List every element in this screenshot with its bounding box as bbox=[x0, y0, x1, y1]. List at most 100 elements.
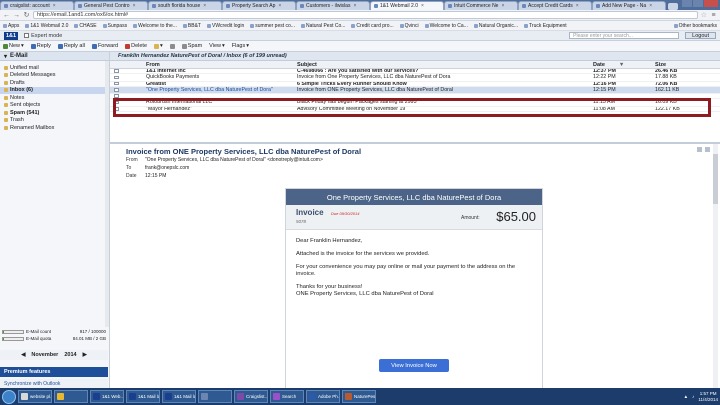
taskbar-app[interactable]: Search bbox=[270, 390, 304, 403]
date-column-header[interactable]: Date ▼ bbox=[593, 62, 655, 68]
sidebar-folder[interactable]: Spam (541) bbox=[0, 109, 109, 117]
bookmark-item[interactable]: BB&T bbox=[182, 23, 201, 29]
email-section-header[interactable]: ▾ E-Mail bbox=[0, 52, 109, 61]
taskbar-app[interactable]: 1&1 Mail la... bbox=[162, 390, 196, 403]
taskbar-app[interactable]: website pl... bbox=[18, 390, 52, 403]
sidebar-folder[interactable]: Unified mail bbox=[0, 64, 109, 72]
size-column-header[interactable]: Size bbox=[655, 62, 712, 68]
bookmark-item[interactable]: Sunpass bbox=[102, 23, 127, 29]
spam-button[interactable]: Spam bbox=[181, 43, 202, 49]
close-tab-icon[interactable]: × bbox=[421, 3, 424, 9]
close-tab-icon[interactable]: × bbox=[53, 3, 56, 9]
browser-tab[interactable]: craigslist: account × bbox=[0, 1, 74, 10]
bookmark-item[interactable]: Natural Organic... bbox=[473, 23, 518, 29]
expand-icon[interactable] bbox=[705, 147, 710, 152]
back-icon[interactable]: ← bbox=[3, 12, 10, 19]
sidebar-folder[interactable]: Sent objects bbox=[0, 102, 109, 110]
forward-button[interactable]: Forward bbox=[91, 43, 118, 49]
sidebar-folder[interactable]: Drafts bbox=[0, 79, 109, 87]
clock[interactable]: 1:57 PM 11/4/2014 bbox=[698, 391, 718, 402]
mail-row[interactable]: Rotobrush International LLC Black Friday … bbox=[110, 99, 720, 107]
url-input[interactable]: https://email.1and1.com/ox6/ox.html# bbox=[33, 11, 698, 19]
start-button[interactable] bbox=[2, 389, 16, 404]
subject-column-header[interactable]: Subject bbox=[297, 62, 593, 68]
volume-icon[interactable]: ♪ bbox=[692, 394, 694, 399]
browser-tab[interactable]: Accept Credit Cards × bbox=[518, 1, 592, 10]
view-invoice-button[interactable]: View Invoice Now bbox=[379, 359, 449, 372]
sidebar-folder[interactable]: Notes bbox=[0, 94, 109, 102]
reply-button[interactable]: Reply bbox=[30, 43, 51, 49]
taskbar-app[interactable] bbox=[54, 390, 88, 403]
bookmark-item[interactable]: Apps bbox=[3, 23, 19, 29]
browser-tab[interactable]: General Pest Contro × bbox=[74, 1, 148, 10]
bookmark-item[interactable]: CHASE bbox=[74, 23, 97, 29]
close-tab-icon[interactable]: × bbox=[576, 3, 579, 9]
from-column-header[interactable]: From bbox=[146, 62, 297, 68]
new-tab-button[interactable] bbox=[668, 3, 678, 10]
bookmark-item[interactable]: summer pest co... bbox=[250, 23, 295, 29]
logout-button[interactable]: Logout bbox=[685, 32, 716, 39]
sort-descending-icon[interactable]: ▼ bbox=[619, 62, 624, 68]
taskbar-app[interactable] bbox=[198, 390, 232, 403]
close-tab-icon[interactable]: × bbox=[133, 3, 136, 9]
bookmark-item[interactable]: Welcome to Ca... bbox=[424, 23, 468, 29]
close-tab-icon[interactable]: × bbox=[203, 3, 206, 9]
close-tab-icon[interactable]: × bbox=[278, 3, 281, 9]
delete-button[interactable]: Delete bbox=[125, 43, 147, 49]
mail-row[interactable]: QuickBooks Payments Invoice from One Prop… bbox=[110, 74, 720, 82]
preview-scrollbar[interactable] bbox=[713, 144, 718, 390]
mail-search-input[interactable]: Please enter your search... bbox=[569, 32, 680, 39]
browser-tab[interactable]: 1&1 Webmail 2.0 × bbox=[370, 1, 444, 10]
close-tab-icon[interactable]: × bbox=[649, 3, 652, 9]
new-button[interactable]: New ▾ bbox=[3, 43, 24, 49]
network-icon[interactable]: ▲ bbox=[684, 394, 688, 399]
bookmark-item[interactable]: Truck Equipment bbox=[524, 23, 567, 29]
taskbar-app[interactable]: 1&1 Web... bbox=[90, 390, 124, 403]
expert-mode-toggle[interactable]: Expert mode bbox=[24, 33, 62, 39]
from-value[interactable]: "One Property Services, LLC dba NaturePe… bbox=[145, 157, 323, 163]
taskbar-app[interactable]: Adobe Ph... bbox=[306, 390, 340, 403]
premium-features-button[interactable]: Premium features bbox=[0, 367, 108, 377]
bookmark-item[interactable]: Qvinci bbox=[399, 23, 419, 29]
bookmark-item[interactable]: VWcredit login bbox=[206, 23, 244, 29]
taskbar-app[interactable]: 1&1 Mail la... bbox=[126, 390, 160, 403]
prev-month-icon[interactable]: ◀ bbox=[21, 352, 25, 358]
preview-scroll-thumb[interactable] bbox=[713, 154, 718, 204]
browser-tab[interactable]: south florida house × bbox=[148, 1, 222, 10]
browser-tab[interactable]: Intuit Commerce Ne × bbox=[444, 1, 518, 10]
next-month-icon[interactable]: ▶ bbox=[83, 352, 87, 358]
checkbox-icon[interactable] bbox=[24, 33, 30, 38]
maximize-button[interactable] bbox=[693, 0, 703, 7]
sidebar-scrollbar[interactable] bbox=[105, 61, 109, 327]
bookmark-item[interactable]: Welcome to the... bbox=[133, 23, 177, 29]
taskbar-app[interactable]: Craigslist... bbox=[234, 390, 268, 403]
mail-row[interactable]: "Mayor Hernandez" Advisory Committee Meet… bbox=[110, 107, 720, 112]
close-window-button[interactable] bbox=[704, 0, 718, 7]
bookmark-item[interactable]: 1&1 Webmail 2.0 bbox=[25, 23, 68, 29]
close-tab-icon[interactable]: × bbox=[353, 3, 356, 9]
reply-all-button[interactable]: Reply all bbox=[57, 43, 85, 49]
collapse-icon[interactable]: ▾ bbox=[4, 53, 7, 60]
browser-tab[interactable]: Customers - ilwislas × bbox=[296, 1, 370, 10]
forward-icon[interactable]: → bbox=[13, 12, 20, 19]
bookmark-item[interactable]: Credit card pro... bbox=[351, 23, 394, 29]
view-button[interactable]: View ▾ bbox=[209, 43, 225, 49]
browser-tab[interactable]: Add New Page - Na × bbox=[592, 1, 666, 10]
sidebar-folder[interactable]: Trash bbox=[0, 117, 109, 125]
sidebar-folder[interactable]: Inbox (6) bbox=[0, 86, 109, 94]
print-icon[interactable] bbox=[697, 147, 702, 152]
print-button[interactable] bbox=[169, 43, 175, 49]
bookmark-item[interactable]: Natural Pest Co... bbox=[300, 23, 345, 29]
browser-tab[interactable]: Property Search Ap × bbox=[222, 1, 296, 10]
mail-row[interactable]: "One Property Services, LLC dba NaturePe… bbox=[110, 86, 720, 95]
to-value[interactable]: frank@onepslc.com bbox=[145, 165, 189, 171]
sync-outlook-link[interactable]: Synchronize with Outlook bbox=[0, 379, 108, 388]
bookmark-star-icon[interactable]: ☆ bbox=[701, 11, 707, 19]
taskbar-app[interactable]: NaturePes... bbox=[342, 390, 376, 403]
flags-button[interactable]: Flags ▾ bbox=[232, 43, 249, 49]
reload-icon[interactable]: ↻ bbox=[23, 11, 30, 19]
sidebar-folder[interactable]: Renamed Mailbox bbox=[0, 124, 109, 132]
sidebar-folder[interactable]: Deleted Messages bbox=[0, 72, 109, 80]
close-tab-icon[interactable]: × bbox=[501, 3, 504, 9]
move-button[interactable]: ▾ bbox=[154, 43, 163, 49]
